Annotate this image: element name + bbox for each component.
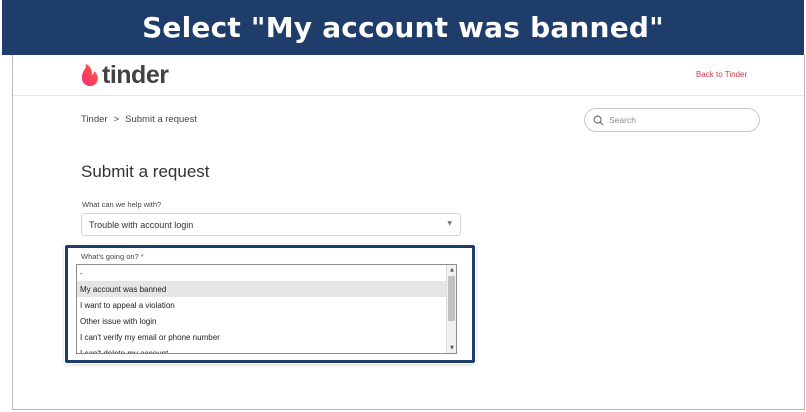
issue-label-text: What's going on? [81, 252, 139, 261]
list-option-account-banned[interactable]: My account was banned [77, 281, 447, 297]
header-divider [13, 95, 804, 96]
chevron-down-icon: ▼ [447, 220, 452, 227]
issue-label: What's going on? * [81, 252, 144, 261]
list-option-appeal-violation[interactable]: I want to appeal a violation [77, 297, 447, 313]
scroll-down-icon[interactable]: ▼ [447, 343, 456, 353]
search-input[interactable] [609, 115, 749, 125]
instruction-banner: Select "My account was banned" [2, 0, 804, 55]
scrollbar-thumb[interactable] [448, 276, 455, 321]
search-box[interactable] [584, 108, 760, 132]
required-marker: * [140, 252, 144, 261]
list-option-blank[interactable]: - [77, 265, 447, 281]
issue-listbox[interactable]: - My account was banned I want to appeal… [76, 264, 457, 354]
list-option-cant-verify[interactable]: I can't verify my email or phone number [77, 329, 447, 345]
back-to-tinder-link[interactable]: Back to Tinder [696, 70, 747, 79]
page-title: Submit a request [81, 162, 210, 181]
banner-text: Select "My account was banned" [142, 11, 664, 44]
list-option-cant-delete[interactable]: I can't delete my account [77, 345, 447, 354]
breadcrumb-separator: > [113, 114, 120, 125]
help-topic-select[interactable]: Trouble with account login ▼ [81, 213, 461, 236]
breadcrumb-tinder[interactable]: Tinder [81, 114, 108, 125]
breadcrumb: Tinder > Submit a request [81, 114, 197, 125]
listbox-scrollbar[interactable]: ▲ ▼ [446, 265, 456, 353]
breadcrumb-submit-request[interactable]: Submit a request [125, 114, 197, 125]
flame-icon [81, 63, 98, 87]
scroll-up-icon[interactable]: ▲ [447, 265, 456, 275]
logo-text: tinder [102, 60, 169, 89]
help-topic-label: What can we help with? [82, 200, 162, 209]
search-icon [593, 115, 604, 125]
tinder-logo[interactable]: tinder [80, 60, 169, 90]
list-option-other-login-issue[interactable]: Other issue with login [77, 313, 447, 329]
help-topic-value: Trouble with account login [89, 219, 194, 230]
